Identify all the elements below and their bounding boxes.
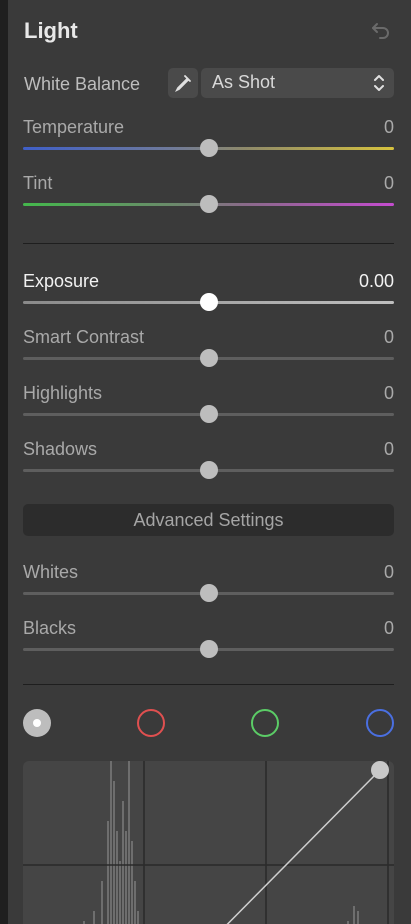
smart-contrast-label: Smart Contrast [23, 327, 145, 347]
blue-channel-button[interactable] [366, 709, 394, 737]
tint-label: Tint [23, 173, 53, 193]
rgb-channel-button[interactable] [23, 709, 51, 737]
blacks-slider[interactable]: Blacks 0 [8, 618, 411, 674]
temperature-knob[interactable] [199, 139, 218, 157]
temperature-value: 0 [383, 117, 394, 137]
highlights-knob[interactable] [199, 405, 218, 423]
shadows-knob[interactable] [199, 461, 218, 479]
eyedropper-icon [174, 75, 191, 93]
temperature-slider[interactable]: Temperature 0 [8, 117, 411, 173]
exposure-label: Exposure [23, 271, 100, 291]
white-balance-select[interactable]: As Shot [201, 68, 394, 98]
green-channel-button[interactable] [251, 709, 279, 737]
shadows-slider[interactable]: Shadows 0 [8, 439, 411, 495]
temperature-label: Temperature [23, 117, 125, 137]
advanced-settings-button[interactable]: Advanced Settings [23, 504, 394, 536]
blacks-label: Blacks [23, 618, 77, 638]
exposure-value: 0.00 [358, 271, 394, 291]
blacks-knob[interactable] [199, 640, 218, 658]
highlights-slider[interactable]: Highlights 0 [8, 383, 411, 439]
whites-label: Whites [23, 562, 79, 582]
whites-knob[interactable] [199, 584, 218, 602]
shadows-value: 0 [383, 439, 394, 459]
tint-value: 0 [383, 173, 394, 193]
up-down-chevron-icon [374, 75, 384, 91]
white-balance-value: As Shot [212, 72, 276, 92]
shadows-label: Shadows [23, 439, 98, 459]
tone-curve-line [226, 769, 381, 924]
divider [23, 243, 394, 244]
tone-curve-editor[interactable] [23, 761, 394, 924]
light-panel: Light White Balance As Shot Temperature … [8, 0, 411, 924]
tint-knob[interactable] [199, 195, 218, 213]
blacks-value: 0 [383, 618, 394, 638]
histogram [83, 761, 359, 924]
whites-slider[interactable]: Whites 0 [8, 562, 411, 618]
eyedropper-button[interactable] [168, 68, 198, 98]
highlights-label: Highlights [23, 383, 103, 403]
whites-value: 0 [383, 562, 394, 582]
smart-contrast-knob[interactable] [199, 349, 218, 367]
divider [23, 684, 394, 685]
curve-point-white[interactable] [371, 761, 389, 779]
exposure-slider[interactable]: Exposure 0.00 [8, 271, 411, 327]
curve-grid [23, 761, 394, 924]
smart-contrast-slider[interactable]: Smart Contrast 0 [8, 327, 411, 383]
panel-title: Light [24, 18, 78, 43]
red-channel-button[interactable] [137, 709, 165, 737]
exposure-knob[interactable] [199, 293, 218, 311]
tint-slider[interactable]: Tint 0 [8, 173, 411, 229]
undo-icon[interactable] [369, 18, 393, 42]
highlights-value: 0 [383, 383, 394, 403]
smart-contrast-value: 0 [383, 327, 394, 347]
white-balance-label: White Balance [24, 74, 141, 94]
